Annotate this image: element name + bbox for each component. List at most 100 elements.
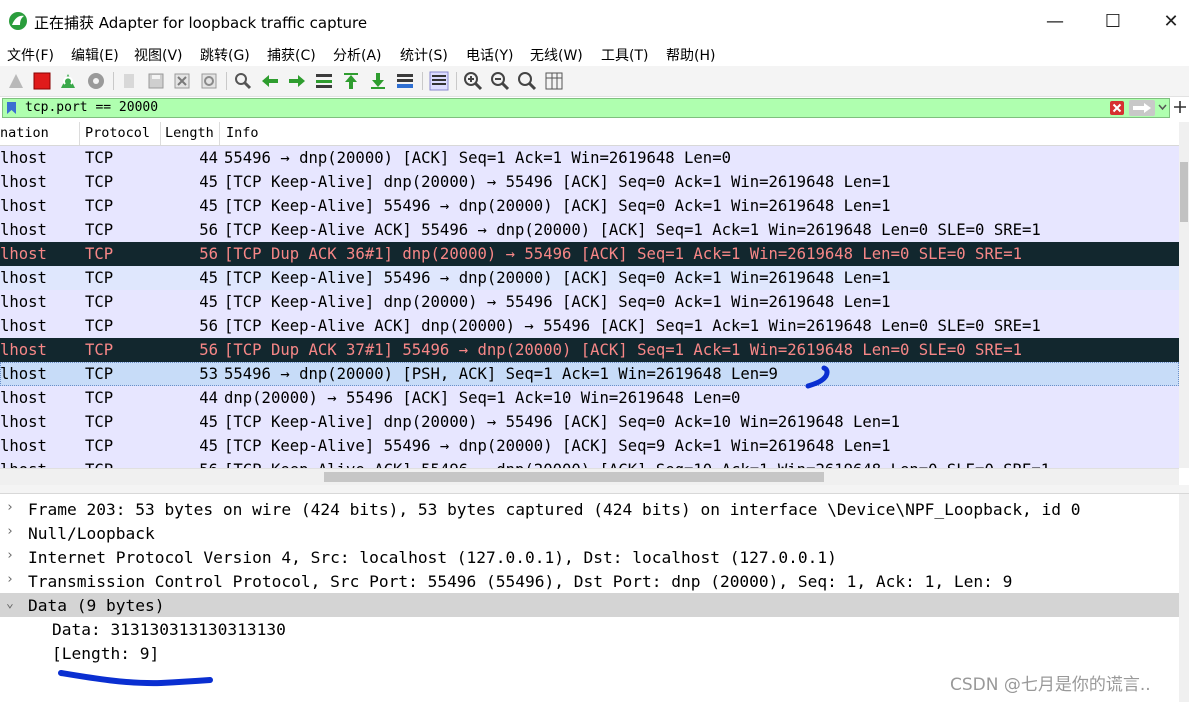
bookmark-filter-icon[interactable] xyxy=(6,101,17,115)
cell-length: 56 xyxy=(199,317,218,335)
restart-capture-icon[interactable] xyxy=(58,71,78,91)
cell-destination: lhost xyxy=(0,173,47,191)
go-to-packet-icon[interactable] xyxy=(314,71,334,91)
menu-view[interactable]: 视图(V) xyxy=(134,45,183,65)
display-filter-input[interactable]: tcp.port == 20000 xyxy=(2,98,1170,118)
go-forward-arrow-icon[interactable] xyxy=(287,71,307,91)
cell-info: dnp(20000) → 55496 [ACK] Seq=1 Ack=10 Wi… xyxy=(224,389,741,407)
column-divider[interactable] xyxy=(160,122,161,145)
cell-info: 55496 → dnp(20000) [PSH, ACK] Seq=1 Ack=… xyxy=(224,365,778,383)
cell-info: [TCP Keep-Alive ACK] 55496 → dnp(20000) … xyxy=(224,221,1041,239)
column-destination[interactable]: nation xyxy=(0,125,49,141)
autoscroll-icon[interactable] xyxy=(395,71,415,91)
cell-info: [TCP Keep-Alive] 55496 → dnp(20000) [ACK… xyxy=(224,269,891,287)
main-toolbar xyxy=(0,66,1189,97)
menu-capture[interactable]: 捕获(C) xyxy=(267,45,316,65)
first-packet-icon[interactable] xyxy=(341,71,361,91)
menu-wireless[interactable]: 无线(W) xyxy=(530,45,583,65)
cell-protocol: TCP xyxy=(85,461,113,468)
expand-chevron-down-icon[interactable]: ⌄ xyxy=(6,596,14,611)
menu-edit[interactable]: 编辑(E) xyxy=(71,45,119,65)
menu-analyze[interactable]: 分析(A) xyxy=(333,45,382,65)
zoom-in-icon[interactable] xyxy=(463,71,483,91)
scrollbar-thumb[interactable] xyxy=(1180,162,1188,222)
packet-list-vertical-scrollbar[interactable] xyxy=(1179,122,1189,468)
scrollbar-thumb[interactable] xyxy=(324,472,824,482)
column-divider[interactable] xyxy=(79,122,80,145)
save-file-icon[interactable] xyxy=(146,71,166,91)
menu-telephony[interactable]: 电话(Y) xyxy=(466,45,513,65)
menu-file[interactable]: 文件(F) xyxy=(7,45,54,65)
packet-row[interactable]: lhost TCP 44 55496 → dnp(20000) [ACK] Seq=1… xyxy=(0,146,1179,170)
detail-row[interactable]: › Null/Loopback xyxy=(0,521,1179,545)
packet-row[interactable]: lhost TCP 44 dnp(20000) → 55496 [ACK] Seq=1… xyxy=(0,386,1179,410)
column-length[interactable]: Length xyxy=(165,125,214,141)
detail-text: Null/Loopback xyxy=(28,524,155,543)
column-divider[interactable] xyxy=(219,122,220,145)
maximize-button[interactable]: ☐ xyxy=(1084,0,1142,42)
cell-protocol: TCP xyxy=(85,173,114,191)
cell-protocol: TCP xyxy=(85,413,114,431)
detail-row[interactable]: › Internet Protocol Version 4, Src: local… xyxy=(0,545,1179,569)
open-file-icon[interactable] xyxy=(120,71,140,91)
cell-destination: lhost xyxy=(0,341,47,359)
menu-help[interactable]: 帮助(H) xyxy=(666,45,715,65)
detail-row[interactable]: [Length: 9] xyxy=(0,641,1179,665)
menu-statistics[interactable]: 统计(S) xyxy=(400,45,448,65)
find-packet-search-icon[interactable] xyxy=(233,71,253,91)
reload-file-icon[interactable] xyxy=(199,71,219,91)
minimize-button[interactable]: — xyxy=(1026,0,1084,42)
clear-filter-icon[interactable] xyxy=(1110,101,1124,115)
menu-tools[interactable]: 工具(T) xyxy=(601,45,648,65)
detail-row[interactable]: › Frame 203: 53 bytes on wire (424 bits),… xyxy=(0,497,1179,521)
detail-row-expanded[interactable]: ⌄ Data (9 bytes) xyxy=(0,593,1179,617)
expand-chevron-right-icon[interactable]: › xyxy=(6,500,14,515)
packet-row[interactable]: lhost TCP 56 [TCP Keep-Alive ACK] 55496 → d… xyxy=(0,218,1179,242)
packet-row[interactable]: lhost TCP 53 55496 → dnp(20000) [PSH, ACK] … xyxy=(0,362,1179,386)
packet-row[interactable]: lhost TCP 56 [TCP Keep-Alive ACK] 55496 → d… xyxy=(0,458,1179,468)
start-capture-icon[interactable] xyxy=(6,71,26,91)
detail-row[interactable]: Data: 313130313130313130 xyxy=(0,617,1179,641)
go-back-arrow-icon[interactable] xyxy=(260,71,280,91)
column-protocol[interactable]: Protocol xyxy=(85,125,150,141)
close-window-button[interactable]: ✕ xyxy=(1142,0,1189,42)
colorize-list-icon[interactable] xyxy=(429,71,449,91)
apply-filter-arrow-icon[interactable] xyxy=(1129,100,1155,116)
packet-list[interactable]: lhost TCP 44 55496 → dnp(20000) [ACK] Seq=1… xyxy=(0,146,1179,468)
capture-options-gear-icon[interactable] xyxy=(86,71,106,91)
zoom-out-icon[interactable] xyxy=(490,71,510,91)
details-vertical-scrollbar[interactable] xyxy=(1179,494,1189,702)
cell-length: 45 xyxy=(199,413,218,431)
expand-chevron-right-icon[interactable]: › xyxy=(6,548,14,563)
stop-capture-icon[interactable] xyxy=(32,71,52,91)
add-filter-button-plus-icon[interactable] xyxy=(1173,100,1187,114)
packet-row[interactable]: lhost TCP 56 [TCP Keep-Alive ACK] dnp(20000… xyxy=(0,314,1179,338)
packet-row[interactable]: lhost TCP 56 [TCP Dup ACK 36#1] dnp(20000) … xyxy=(0,242,1179,266)
toolbar-separator xyxy=(226,72,227,90)
packet-row[interactable]: lhost TCP 45 [TCP Keep-Alive] dnp(20000) → … xyxy=(0,170,1179,194)
packet-row[interactable]: lhost TCP 45 [TCP Keep-Alive] 55496 → dnp(2… xyxy=(0,266,1179,290)
expand-chevron-right-icon[interactable]: › xyxy=(6,524,14,539)
packet-row[interactable]: lhost TCP 45 [TCP Keep-Alive] 55496 → dnp(2… xyxy=(0,434,1179,458)
packet-list-header: nation Protocol Length Info xyxy=(0,122,1179,146)
last-packet-icon[interactable] xyxy=(368,71,388,91)
detail-row[interactable]: › Transmission Control Protocol, Src Port… xyxy=(0,569,1179,593)
close-file-icon[interactable] xyxy=(172,71,192,91)
filter-history-chevron-down-icon[interactable] xyxy=(1158,103,1167,112)
packet-row[interactable]: lhost TCP 45 [TCP Keep-Alive] 55496 → dnp(2… xyxy=(0,194,1179,218)
resize-columns-icon[interactable] xyxy=(544,71,564,91)
cell-destination: lhost xyxy=(0,461,47,468)
normal-size-icon[interactable] xyxy=(517,71,537,91)
pane-splitter[interactable] xyxy=(0,485,1189,494)
packet-row[interactable]: lhost TCP 56 [TCP Dup ACK 37#1] 55496 → dnp… xyxy=(0,338,1179,362)
cell-info: [TCP Keep-Alive] dnp(20000) → 55496 [ACK… xyxy=(224,173,891,191)
cell-length: 56 xyxy=(165,461,218,468)
column-info[interactable]: Info xyxy=(226,125,259,141)
cell-info: [TCP Keep-Alive] dnp(20000) → 55496 [ACK… xyxy=(224,413,900,431)
packet-row[interactable]: lhost TCP 45 [TCP Keep-Alive] dnp(20000) → … xyxy=(0,290,1179,314)
menu-go[interactable]: 跳转(G) xyxy=(200,45,250,65)
cell-length: 44 xyxy=(199,149,218,167)
expand-chevron-right-icon[interactable]: › xyxy=(6,572,14,587)
packet-row[interactable]: lhost TCP 45 [TCP Keep-Alive] dnp(20000) → … xyxy=(0,410,1179,434)
packet-list-horizontal-scrollbar[interactable] xyxy=(0,468,1179,485)
